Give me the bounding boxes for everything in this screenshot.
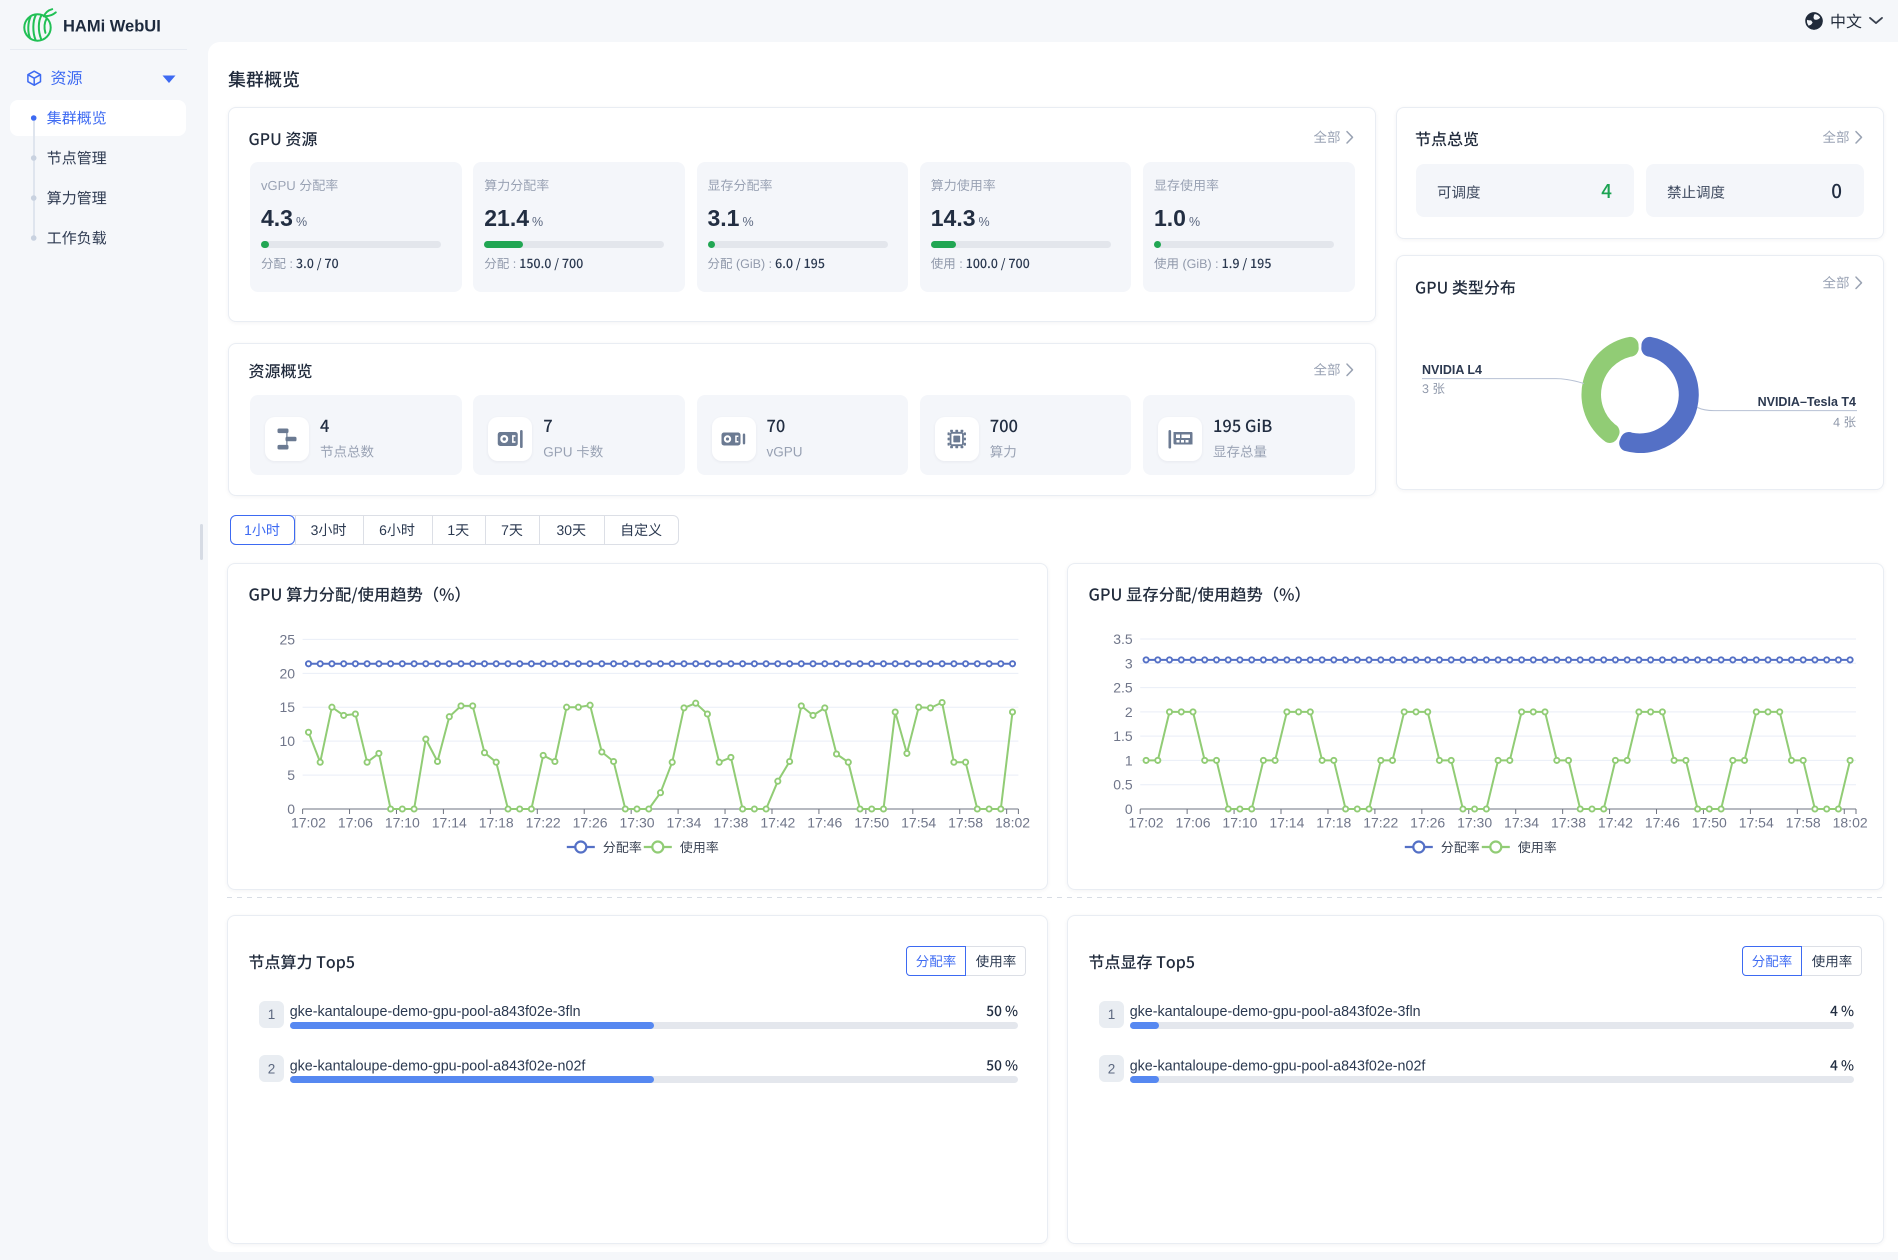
svg-text:HAMi WebUI: HAMi WebUI — [63, 18, 161, 36]
